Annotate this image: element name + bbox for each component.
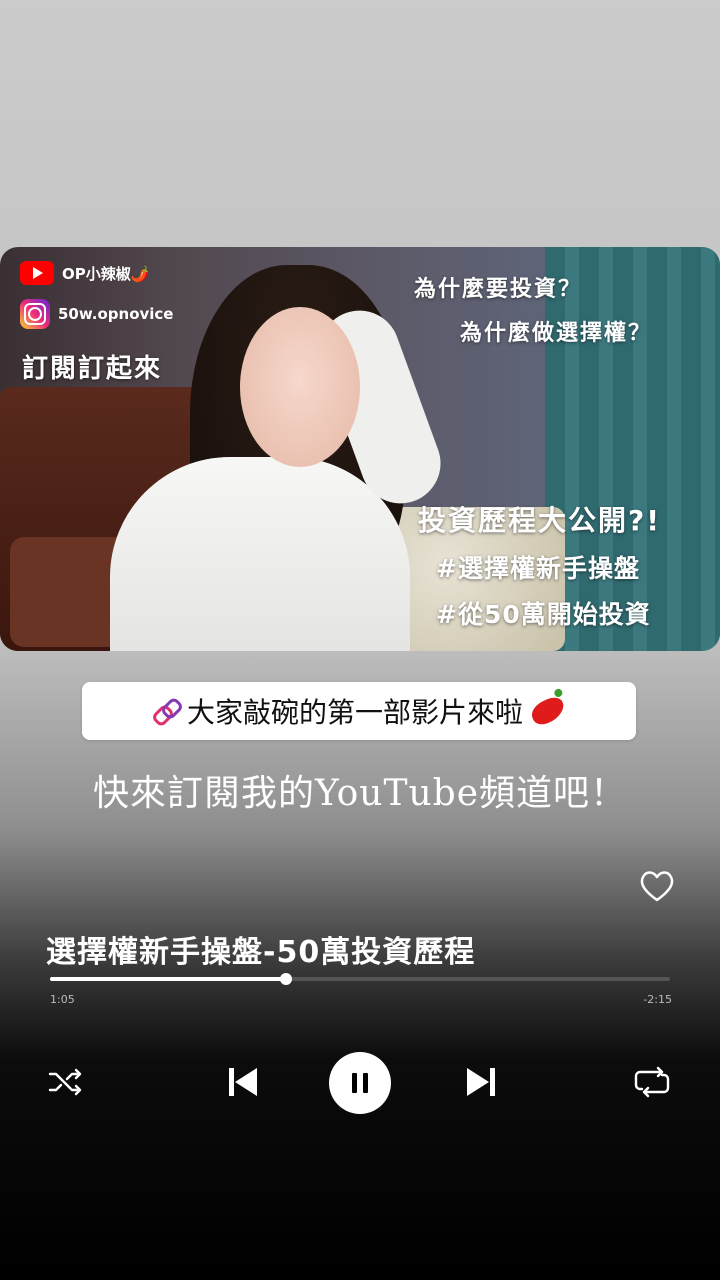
pause-button[interactable]	[329, 1052, 391, 1114]
question-1: 為什麼要投資？	[414, 277, 583, 302]
link-sticker-text: 大家敲碗的第一部影片來啦	[186, 696, 523, 729]
next-icon[interactable]	[462, 1062, 502, 1102]
youtube-handle: OP小辣椒🌶️	[62, 264, 150, 283]
hashtag-1: #選擇權新手操盤	[436, 554, 640, 583]
instagram-account: 50w.opnovice	[20, 299, 173, 329]
video-thumbnail[interactable]: OP小辣椒🌶️ 50w.opnovice 訂閱訂起來 為什麼要投資？ 為什麼做選…	[0, 247, 720, 651]
curtain	[545, 247, 720, 651]
shuffle-icon[interactable]	[46, 1062, 86, 1102]
youtube-channel: OP小辣椒🌶️	[20, 261, 149, 285]
song-title: 選擇權新手操盤-50萬投資歷程	[46, 935, 476, 970]
person-face	[240, 307, 360, 467]
pause-icon	[352, 1073, 368, 1093]
hashtag-2: #從50萬開始投資	[436, 600, 651, 629]
instagram-icon	[20, 299, 50, 329]
progress-knob[interactable]	[279, 973, 292, 985]
remaining-time: -2:15	[643, 993, 672, 1006]
chili-pepper-icon	[527, 693, 569, 729]
thumbnail-headline: 投資歷程大公開?!	[418, 504, 662, 537]
question-2: 為什麼做選擇權？	[460, 321, 653, 346]
progress-fill	[50, 977, 286, 981]
instagram-handle: 50w.opnovice	[58, 305, 174, 323]
heart-icon[interactable]	[637, 866, 677, 906]
elapsed-time: 1:05	[50, 993, 75, 1006]
person-body	[110, 457, 410, 651]
repeat-icon[interactable]	[632, 1062, 672, 1102]
story-caption: 快來訂閱我的YouTube頻道吧！	[92, 773, 628, 814]
link-sticker[interactable]: 大家敲碗的第一部影片來啦	[82, 682, 636, 740]
link-icon	[150, 696, 185, 728]
youtube-icon	[20, 261, 54, 285]
previous-icon[interactable]	[222, 1062, 262, 1102]
progress-bar[interactable]	[50, 973, 670, 985]
subscribe-cta: 訂閱訂起來	[22, 354, 163, 384]
